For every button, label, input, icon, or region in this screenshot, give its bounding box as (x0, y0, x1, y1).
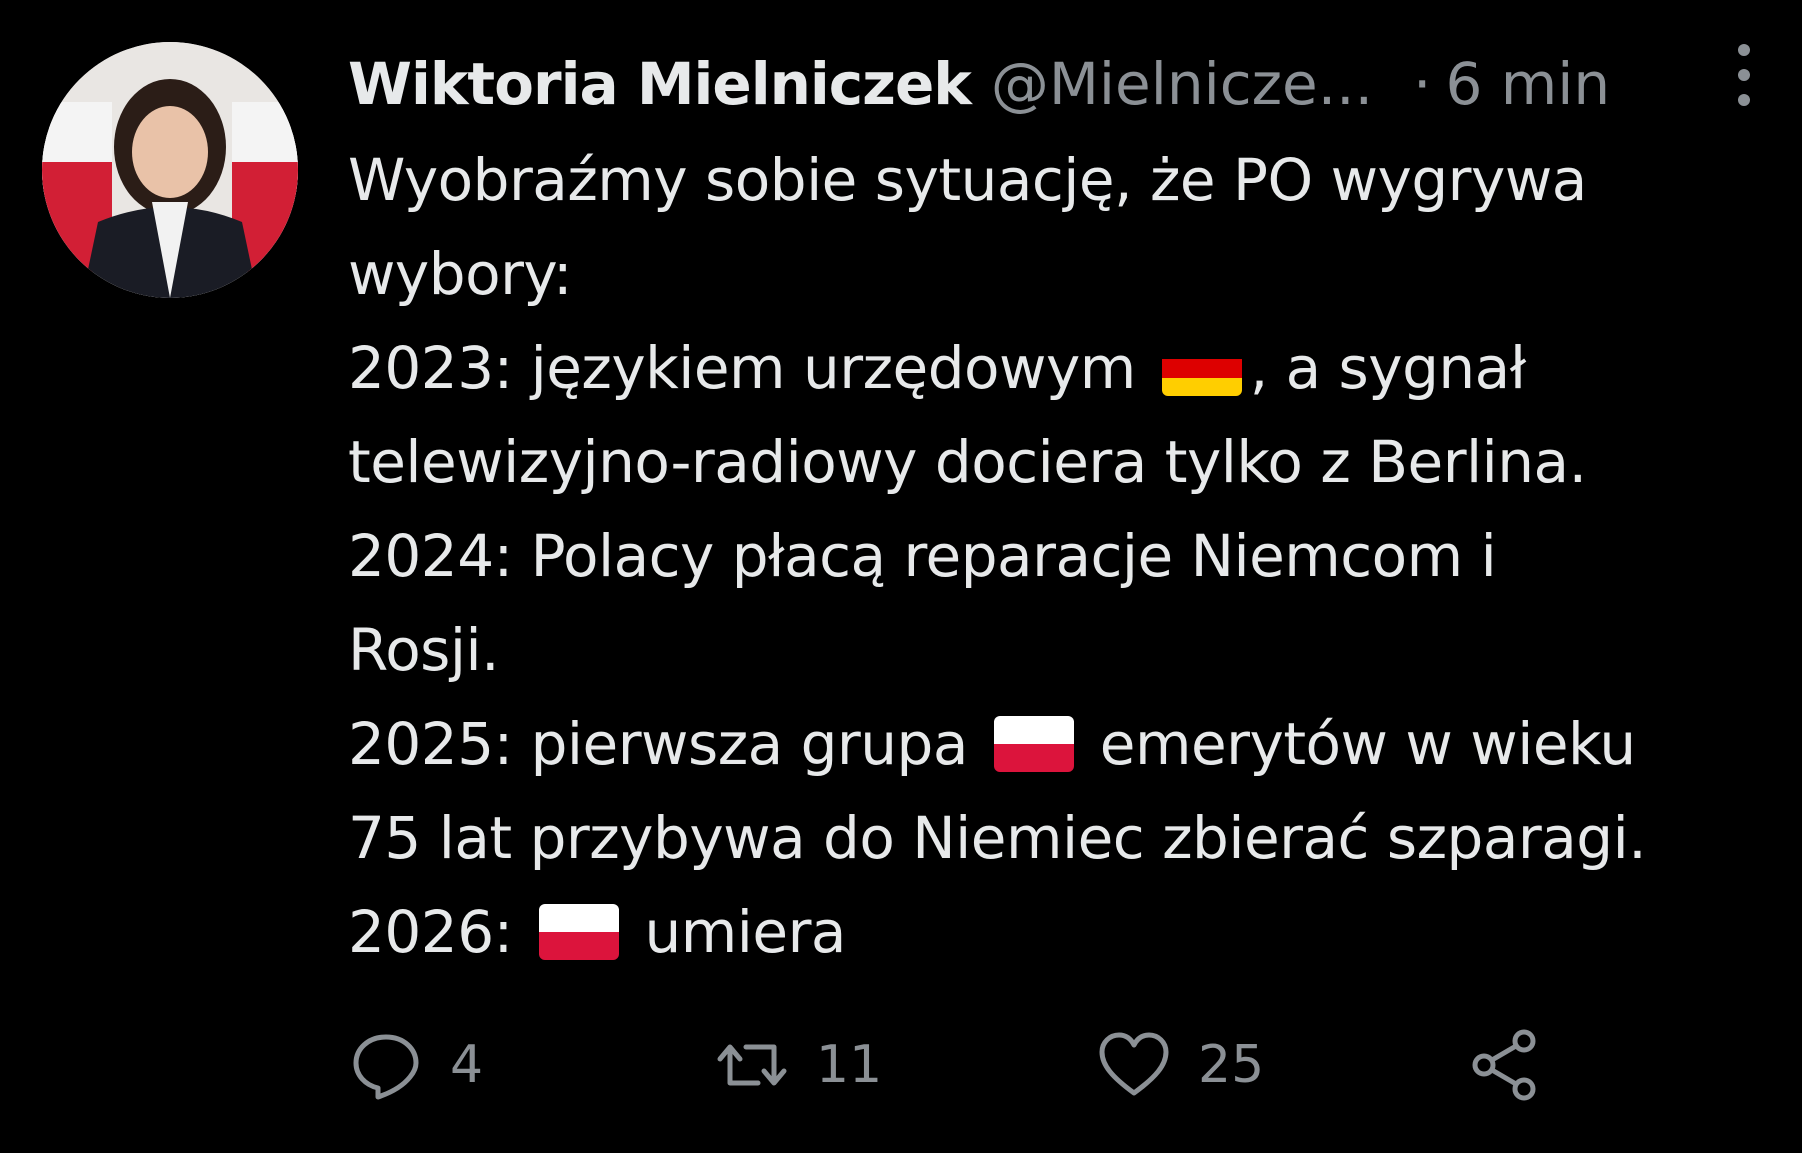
tweet-line: wybory: (348, 240, 573, 308)
tweet-line-part: 2026: (348, 898, 513, 966)
tweet-text: Wyobraźmy sobie sytuację, że PO wygrywa … (348, 133, 1778, 979)
avatar[interactable] (42, 42, 298, 298)
german-flag-icon (1161, 339, 1242, 396)
tweet-line-part: 2023: językiem urzędowym (348, 334, 1136, 402)
polish-flag-icon (538, 903, 619, 960)
tweet-line: 2026: umiera (348, 885, 1778, 979)
more-options-icon[interactable] (1728, 42, 1760, 108)
tweet-header: Wiktoria Mielniczek @Mielnicze... · 6 mi… (348, 44, 1738, 124)
tweet-line: 2023: językiem urzędowym , a sygnał (348, 321, 1778, 415)
retweet-icon (714, 1027, 790, 1103)
separator-dot: · (1413, 50, 1432, 118)
author-name[interactable]: Wiktoria Mielniczek (348, 50, 972, 118)
tweet-line: Wyobraźmy sobie sytuację, że PO wygrywa (348, 146, 1587, 214)
tweet-line: 2024: Polacy płacą reparacje Niemcom i (348, 522, 1497, 590)
author-handle[interactable]: @Mielnicze... (991, 50, 1373, 118)
tweet-line-part: umiera (644, 898, 847, 966)
tweet[interactable]: Wiktoria Mielniczek @Mielnicze... · 6 mi… (0, 0, 1802, 1153)
like-button[interactable]: 25 (1096, 1025, 1264, 1105)
retweet-button[interactable]: 11 (714, 1025, 882, 1105)
tweet-line-part: emerytów w wieku (1099, 710, 1636, 778)
tweet-line-part: 2025: pierwsza grupa (348, 710, 968, 778)
reply-count: 4 (450, 1035, 484, 1095)
avatar-photo (42, 42, 298, 298)
tweet-timestamp[interactable]: 6 min (1445, 50, 1610, 118)
tweet-line: 75 lat przybywa do Niemiec zbierać szpar… (348, 804, 1647, 872)
tweet-line-part: , a sygnał (1249, 334, 1527, 402)
tweet-line: 2025: pierwsza grupa emerytów w wieku (348, 697, 1778, 791)
reply-button[interactable]: 4 (348, 1025, 483, 1105)
share-icon (1466, 1027, 1542, 1103)
tweet-line: telewizyjno-radiowy dociera tylko z Berl… (348, 428, 1587, 496)
tweet-actions: 4 11 25 (348, 1025, 1548, 1105)
heart-icon (1096, 1027, 1172, 1103)
retweet-count: 11 (816, 1035, 883, 1095)
reply-icon (348, 1027, 424, 1103)
share-button[interactable] (1466, 1025, 1542, 1105)
tweet-line: Rosji. (348, 616, 500, 684)
polish-flag-icon (993, 715, 1074, 772)
like-count: 25 (1198, 1035, 1265, 1095)
